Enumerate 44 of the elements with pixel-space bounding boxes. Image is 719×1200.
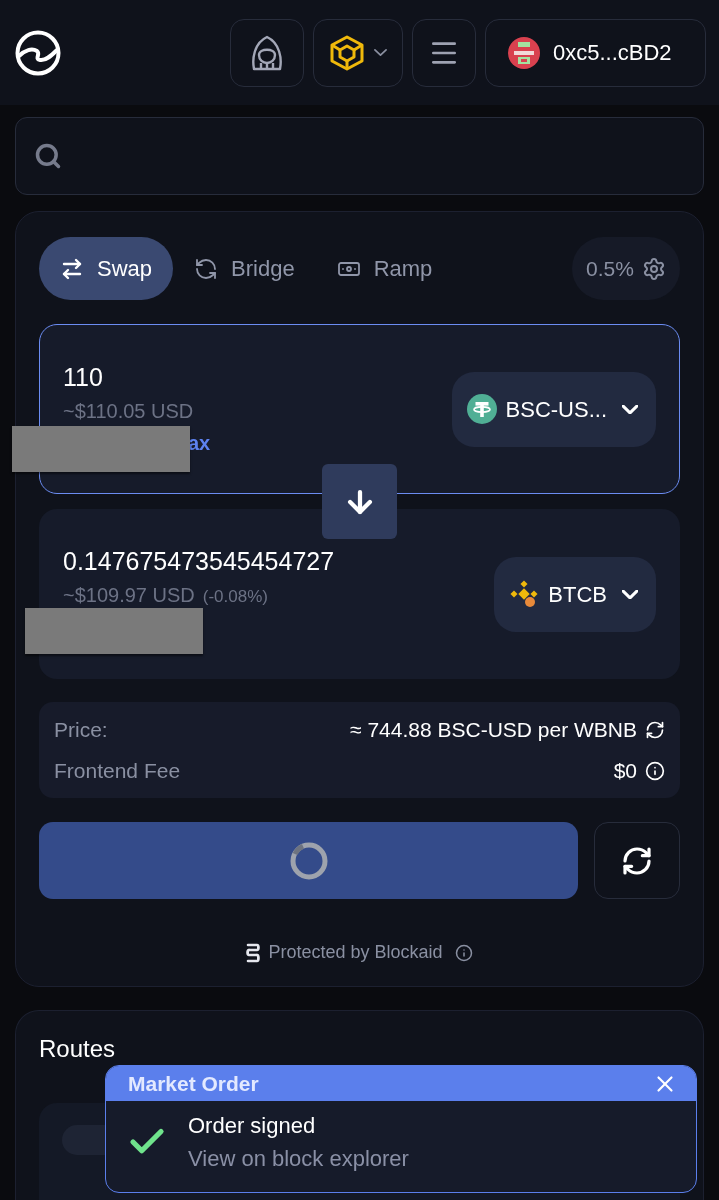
avatar-icon bbox=[508, 36, 540, 69]
stacked-logo-icon bbox=[246, 941, 261, 964]
swap-arrows-icon bbox=[60, 256, 84, 281]
search-field[interactable] bbox=[15, 117, 704, 195]
chevron-down-icon bbox=[622, 589, 638, 599]
wallet-button[interactable]: 0xc5...cBD2 bbox=[485, 18, 706, 87]
coin-icon bbox=[466, 394, 497, 424]
max-link[interactable]: ax bbox=[188, 428, 211, 458]
refresh-quote-button[interactable] bbox=[594, 822, 680, 899]
network-select-button[interactable] bbox=[313, 18, 403, 87]
detail-label: Price: bbox=[54, 716, 108, 743]
refresh-icon[interactable] bbox=[645, 719, 665, 740]
menu-button[interactable] bbox=[412, 18, 476, 87]
amount-value[interactable]: 0.147675473545454727 bbox=[63, 544, 335, 578]
usd-value: ~$109.97 USD bbox=[63, 583, 195, 608]
amount-value[interactable]: 110 bbox=[63, 360, 103, 394]
toast-title: Market Order bbox=[128, 1070, 259, 1097]
cube-icon bbox=[329, 34, 364, 71]
token-select-button[interactable]: BSC-US... bbox=[451, 371, 656, 447]
mode-tab[interactable]: Swap bbox=[39, 237, 174, 300]
detail-value: ≈ 744.88 BSC-USD per WBNB bbox=[350, 716, 637, 743]
detail-label: Frontend Fee bbox=[54, 757, 181, 784]
chevron-down-icon bbox=[622, 404, 638, 414]
mode-tab[interactable]: Ramp bbox=[336, 237, 433, 300]
toast-message: Order signed bbox=[188, 1112, 317, 1140]
slippage-settings-button[interactable]: 0.5% bbox=[572, 237, 680, 300]
switch-direction-button[interactable] bbox=[322, 464, 397, 539]
mode-tab[interactable]: Bridge bbox=[194, 237, 295, 300]
price-change: (-0.08%) bbox=[202, 586, 268, 608]
diamond-coin-icon bbox=[509, 579, 540, 609]
chevron-down-icon bbox=[373, 49, 387, 56]
logo-icon[interactable] bbox=[15, 29, 61, 76]
usd-value: ~$110.05 USD bbox=[63, 399, 194, 424]
token-select-button[interactable]: BTCB bbox=[494, 556, 656, 632]
settings-icon bbox=[641, 256, 666, 281]
profile-button[interactable] bbox=[230, 18, 304, 87]
cycle-arrows-icon bbox=[194, 256, 219, 281]
detail-value: $0 bbox=[613, 757, 637, 784]
block-explorer-link[interactable]: View on block explorer bbox=[188, 1142, 409, 1175]
routes-title: Routes bbox=[39, 1034, 117, 1064]
security-note: Protected by Blockaid bbox=[268, 941, 443, 964]
search-icon bbox=[34, 142, 62, 170]
refresh-icon bbox=[621, 844, 653, 877]
info-icon[interactable] bbox=[454, 943, 473, 962]
